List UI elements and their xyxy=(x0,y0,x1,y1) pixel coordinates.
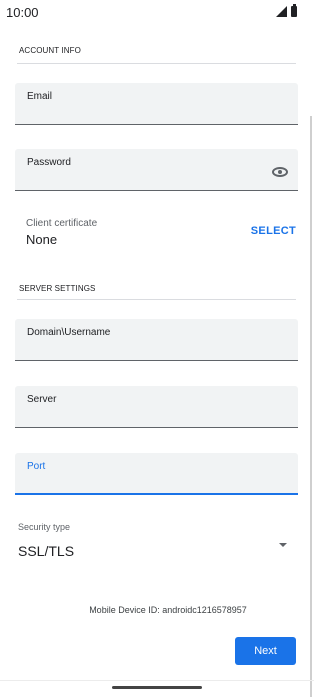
security-type-label: Security type xyxy=(18,522,71,532)
domain-username-label: Domain\Username xyxy=(27,327,111,338)
dropdown-arrow-icon[interactable] xyxy=(279,543,287,547)
nav-bar-divider xyxy=(0,680,314,681)
next-button[interactable]: Next xyxy=(235,637,296,665)
select-certificate-button[interactable]: SELECT xyxy=(251,225,296,237)
server-field[interactable]: Server xyxy=(15,386,298,428)
password-label: Password xyxy=(27,157,71,168)
status-time: 10:00 xyxy=(6,5,39,20)
client-certificate-label: Client certificate xyxy=(26,218,98,229)
eye-icon[interactable] xyxy=(272,167,288,177)
home-gesture-handle[interactable] xyxy=(112,686,202,689)
account-info-header: ACCOUNT INFO xyxy=(19,46,81,55)
security-type-select[interactable]: SSL/TLS xyxy=(18,543,74,559)
server-label: Server xyxy=(27,394,57,405)
account-info-divider xyxy=(17,63,296,64)
port-field[interactable]: Port xyxy=(15,453,298,495)
port-label: Port xyxy=(27,461,46,472)
signal-icon xyxy=(276,5,287,17)
battery-icon xyxy=(291,3,297,17)
domain-username-field[interactable]: Domain\Username xyxy=(15,319,298,361)
client-certificate-value: None xyxy=(26,232,58,247)
server-settings-header: SERVER SETTINGS xyxy=(19,284,96,293)
status-icons xyxy=(276,3,297,17)
password-field[interactable]: Password xyxy=(15,149,298,191)
email-field[interactable]: Email xyxy=(15,83,298,125)
device-id-text: Mobile Device ID: androidc1216578957 xyxy=(89,605,247,615)
email-label: Email xyxy=(27,91,53,102)
status-bar: 10:00 xyxy=(0,0,314,24)
server-settings-divider xyxy=(17,299,296,300)
